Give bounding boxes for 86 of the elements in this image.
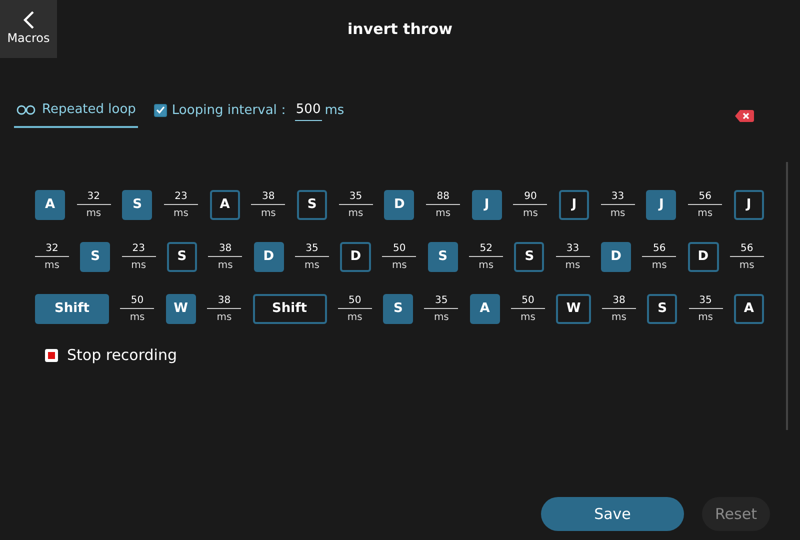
key-release[interactable]: S [514,242,544,272]
unit-label: ms [611,310,626,324]
key-release[interactable]: S [297,190,328,220]
delay-value[interactable]: 50 [511,294,546,308]
unit-label: ms [434,310,449,324]
delay-value[interactable]: 33 [556,242,590,256]
unit-label: ms [218,258,233,272]
key-release[interactable]: S [166,242,197,272]
unit-label: ms [698,310,714,324]
key-release[interactable]: A [210,190,240,220]
delay-value[interactable]: 32 [76,190,111,204]
key-release[interactable]: S [647,294,678,324]
unit-label: ms [610,206,626,220]
unit-label: ms [436,206,451,220]
unit-label: ms [86,206,102,220]
key-press[interactable]: S [383,294,414,324]
delay-value[interactable]: 38 [251,190,286,204]
interval-field[interactable]: 500 [294,100,322,120]
key-press[interactable]: W [166,294,196,324]
delay-value[interactable]: 33 [600,190,635,204]
key-press[interactable]: J [472,190,502,220]
unit-label: ms [347,310,362,324]
unit-label: ms [131,258,146,272]
unit-label: ms [304,258,320,272]
key-press[interactable]: S [80,242,110,272]
back-button[interactable]: Macros [0,0,57,58]
delay-value[interactable]: 56 [642,242,676,256]
key-press[interactable]: S [122,190,152,220]
delay-value[interactable]: 52 [469,242,504,256]
infinity-icon [16,104,36,115]
key-release[interactable]: J [734,190,764,220]
unit-label: ms [520,310,536,324]
unit-label: ms [260,206,276,220]
delay-value[interactable]: 50 [338,294,372,308]
delay-value[interactable]: 38 [207,294,242,308]
key-press[interactable]: D [254,242,284,272]
delay-value[interactable]: 35 [294,242,329,256]
delay-value[interactable]: 90 [513,190,548,204]
unit-label: ms [652,258,667,272]
key-press[interactable]: S [428,242,458,272]
unit-label: ms [522,206,538,220]
interval-label: Looping interval： [172,102,290,120]
interval-checkbox[interactable] [154,104,167,117]
unit-label: ms [44,258,60,272]
unit-label: ms [698,206,713,220]
delay-value[interactable]: 32 [35,242,69,256]
key-press[interactable]: A [35,190,65,220]
unit-label: ms [174,206,188,220]
key-release[interactable]: D [340,242,372,272]
delay-value[interactable]: 23 [122,242,156,256]
delay-value[interactable]: 35 [424,294,458,308]
clear-icon[interactable] [735,110,754,122]
unit-label: ms [392,258,407,272]
delay-value[interactable]: 35 [688,294,723,308]
delay-value[interactable]: 56 [730,242,764,256]
delay-value[interactable]: 23 [164,190,198,204]
key-release[interactable]: D [688,242,719,272]
unit-label: ms [216,310,232,324]
loop-tab[interactable]: Repeated loop [14,100,138,128]
key-press[interactable]: J [646,190,676,220]
unit-label: ms [348,206,364,220]
key-release[interactable]: A [734,294,764,324]
unit-label: ms [130,310,145,324]
delay-value[interactable]: 56 [688,190,722,204]
key-release[interactable]: Shift [252,294,327,324]
page-title: invert throw [348,20,452,38]
key-press[interactable]: A [470,294,500,324]
delay-value[interactable]: 50 [120,294,154,308]
key-press[interactable]: D [384,190,414,220]
key-release[interactable]: J [559,190,590,220]
unit-label: ms [565,258,580,272]
unit-label: ms [478,258,494,272]
action-button[interactable]: Save [541,497,684,531]
scrollbar[interactable] [786,162,788,430]
delay-value[interactable]: 50 [382,242,416,256]
delay-value[interactable]: 38 [602,294,636,308]
delay-value[interactable]: 88 [426,190,460,204]
unit-label: ms [324,102,344,120]
delay-value[interactable]: 35 [338,190,373,204]
key-press[interactable]: Shift [35,294,109,324]
key-press[interactable]: D [601,242,632,272]
unit-label: ms [739,258,754,272]
key-release[interactable]: W [556,294,591,324]
delay-value[interactable]: 38 [208,242,242,256]
stop-recording-button[interactable]: Stop recording [67,344,177,366]
back-icon [22,11,34,29]
